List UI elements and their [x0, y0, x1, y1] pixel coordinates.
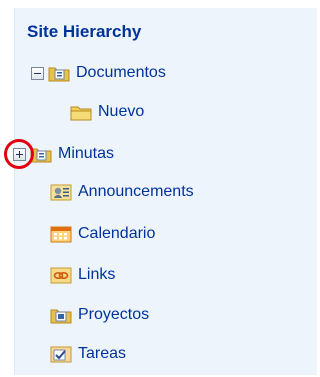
tree-item-links[interactable]: Links	[50, 262, 115, 288]
callout-circle	[4, 139, 34, 169]
tree-item-label: Announcements	[78, 183, 194, 200]
tree-item-documentos[interactable]: Documentos	[31, 60, 166, 86]
links-list-icon	[50, 267, 72, 284]
tree-item-label: Minutas	[58, 145, 115, 162]
tree-item-announcements[interactable]: Announcements	[50, 179, 194, 205]
document-library-icon	[50, 309, 72, 324]
tree-item-label: Calendario	[78, 225, 156, 242]
site-hierarchy-panel: Site Hierarchy Documentos Nuevo Minutas	[0, 0, 319, 377]
tree-item-label: Nuevo	[98, 103, 145, 120]
tree-item-nuevo[interactable]: Nuevo	[70, 99, 144, 125]
tree-item-calendario[interactable]: Calendario	[50, 221, 155, 247]
tree-item-label: Links	[78, 266, 116, 283]
tree-item-label: Documentos	[76, 64, 166, 81]
document-library-icon	[48, 67, 70, 82]
tree-item-tareas[interactable]: Tareas	[50, 341, 126, 367]
tree-item-label: Proyectos	[78, 306, 150, 323]
folder-icon	[70, 106, 92, 121]
tree-item-label: Tareas	[78, 345, 127, 362]
announcements-list-icon	[50, 184, 72, 201]
tree-item-proyectos[interactable]: Proyectos	[50, 302, 149, 328]
tasks-list-icon	[50, 346, 72, 363]
panel-title: Site Hierarchy	[27, 22, 142, 41]
calendar-list-icon	[50, 226, 72, 243]
collapse-icon[interactable]	[31, 66, 44, 80]
